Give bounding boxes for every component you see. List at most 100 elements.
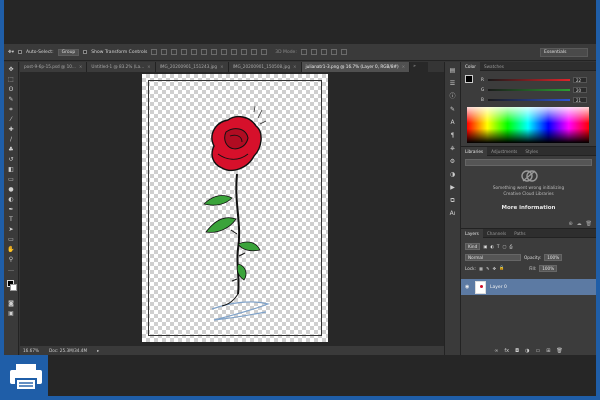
clone-source-icon[interactable]: ⎈ xyxy=(449,145,457,153)
type-icon[interactable]: T xyxy=(7,216,15,223)
properties-icon[interactable]: ☰ xyxy=(449,80,457,88)
layer-name[interactable]: Layer 0 xyxy=(490,285,507,290)
timeline-icon[interactable]: ⧉ xyxy=(449,197,457,205)
3d-pan-icon[interactable] xyxy=(320,49,327,55)
background-color-swatch[interactable] xyxy=(9,284,17,291)
close-icon[interactable]: × xyxy=(293,64,297,69)
align-middle-icon[interactable] xyxy=(161,49,168,55)
distribute-middle-icon[interactable] xyxy=(221,49,228,55)
fill-field[interactable]: 100% xyxy=(539,264,558,272)
eye-icon[interactable]: ◉ xyxy=(465,284,471,290)
doc-tab[interactable]: IMG_20200901_151243.jpg × xyxy=(155,62,229,72)
lock-all-icon[interactable]: 🔒 xyxy=(499,265,504,271)
distribute-top-icon[interactable] xyxy=(211,49,218,55)
lock-move-icon[interactable]: ✥ xyxy=(492,266,496,271)
tool-presets-icon[interactable]: ⚙ xyxy=(449,158,457,166)
history-brush-icon[interactable]: ↺ xyxy=(7,156,15,163)
library-select[interactable] xyxy=(465,159,592,166)
filter-adjust-icon[interactable]: ◐ xyxy=(490,244,494,249)
paragraph-icon[interactable]: ¶ xyxy=(449,132,457,140)
tab-swatches[interactable]: Swatches xyxy=(480,62,508,71)
layer-mask-icon[interactable]: ◘ xyxy=(515,348,519,356)
more-tabs-icon[interactable]: » xyxy=(410,62,416,72)
eraser-icon[interactable]: ◧ xyxy=(7,166,15,173)
3d-roll-icon[interactable] xyxy=(310,49,317,55)
close-icon[interactable]: × xyxy=(147,64,151,69)
tab-libraries[interactable]: Libraries xyxy=(461,146,488,156)
close-icon[interactable]: × xyxy=(220,64,224,69)
quick-mask-icon[interactable]: ◙ xyxy=(7,300,15,307)
actions-icon[interactable]: ▶ xyxy=(449,184,457,192)
green-slider[interactable] xyxy=(488,88,570,91)
blur-icon[interactable]: ● xyxy=(7,186,15,193)
dodge-icon[interactable]: ◐ xyxy=(7,196,15,203)
doc-tab[interactable]: Untitled-1 @ 83.2% (La... × xyxy=(87,62,156,72)
pen-icon[interactable]: ✒ xyxy=(7,206,15,213)
stamp-icon[interactable]: ♣ xyxy=(7,146,15,153)
color-spectrum[interactable] xyxy=(467,107,589,143)
3d-rotate-icon[interactable] xyxy=(300,49,307,55)
blend-mode-dropdown[interactable]: Normal xyxy=(465,253,521,261)
canvas-workspace[interactable] xyxy=(20,72,444,346)
delete-layer-icon[interactable]: 🗑 xyxy=(556,348,562,356)
workspace-switcher[interactable]: Essentials xyxy=(540,48,588,57)
doc-tab-active[interactable]: julianatr1-3.png @ 16.7% (Layer 0, RGB/8… xyxy=(301,62,411,72)
shape-icon[interactable]: ▭ xyxy=(7,236,15,243)
gradient-icon[interactable]: ▭ xyxy=(7,176,15,183)
green-value[interactable]: 20 xyxy=(573,86,587,93)
red-slider[interactable] xyxy=(488,78,570,81)
doc-tab[interactable]: IMG_20200901_150508.jpg × xyxy=(228,62,302,72)
align-left-icon[interactable] xyxy=(181,49,188,55)
foreground-swatch[interactable] xyxy=(465,75,473,83)
close-icon[interactable]: × xyxy=(79,64,83,69)
doc-tab[interactable]: post-9-6p-15.psd @ 10... × xyxy=(20,62,88,72)
status-menu-arrow-icon[interactable]: ▸ xyxy=(97,348,99,353)
distribute-center-icon[interactable] xyxy=(251,49,258,55)
history-icon[interactable]: ▤ xyxy=(449,67,457,75)
auto-select-checkbox[interactable] xyxy=(18,50,23,54)
more-tools-icon[interactable]: … xyxy=(7,266,15,273)
tab-layers[interactable]: Layers xyxy=(461,228,483,238)
align-center-icon[interactable] xyxy=(191,49,198,55)
brush-presets-icon[interactable]: ✎ xyxy=(449,106,457,114)
close-icon[interactable]: × xyxy=(402,64,406,69)
blue-value[interactable]: 21 xyxy=(573,96,587,103)
3d-slide-icon[interactable] xyxy=(330,49,337,55)
align-right-icon[interactable] xyxy=(201,49,208,55)
blue-slider[interactable] xyxy=(488,98,570,101)
tab-paths[interactable]: Paths xyxy=(510,229,529,238)
auto-select-dropdown[interactable]: Group xyxy=(57,48,80,56)
layer-style-icon[interactable]: fx xyxy=(504,348,509,356)
align-top-icon[interactable] xyxy=(151,49,158,55)
layer-filter-dropdown[interactable]: Kind xyxy=(465,242,481,250)
character-icon[interactable]: A xyxy=(449,119,457,127)
lock-pixels-icon[interactable]: ▦ xyxy=(479,266,483,271)
adjustment-layer-icon[interactable]: ◑ xyxy=(525,348,529,356)
tab-channels[interactable]: Channels xyxy=(483,229,510,238)
lock-paint-icon[interactable]: ✎ xyxy=(486,266,490,271)
align-bottom-icon[interactable] xyxy=(171,49,178,55)
opacity-field[interactable]: 100% xyxy=(544,253,563,261)
adjust-icon[interactable]: ◑ xyxy=(449,171,457,179)
move-tool-icon[interactable]: ✥▾ xyxy=(8,50,14,55)
hand-icon[interactable]: ✋ xyxy=(7,246,15,253)
filter-pixel-icon[interactable]: ▣ xyxy=(483,244,487,249)
screen-mode-icon[interactable]: ▣ xyxy=(7,310,15,317)
info-icon[interactable]: ⓘ xyxy=(449,93,457,101)
glyphs-icon[interactable]: Aı xyxy=(449,210,457,218)
3d-scale-icon[interactable] xyxy=(340,49,347,55)
printer-icon[interactable] xyxy=(4,355,48,396)
distribute-left-icon[interactable] xyxy=(241,49,248,55)
lasso-icon[interactable]: ʘ xyxy=(7,86,15,93)
link-layers-icon[interactable]: ∞ xyxy=(494,348,498,356)
zoom-level[interactable]: 16.67% xyxy=(23,348,39,353)
zoom-icon[interactable]: ⚲ xyxy=(7,256,15,263)
quick-select-icon[interactable]: ✎ xyxy=(7,96,15,103)
brush-icon[interactable]: ∕ xyxy=(7,136,15,143)
marquee-icon[interactable]: ⬚ xyxy=(7,76,15,83)
filter-type-icon[interactable]: T xyxy=(497,244,500,249)
filter-smart-icon[interactable]: ⎙ xyxy=(509,244,512,249)
layer-row[interactable]: ◉ Layer 0 xyxy=(461,279,596,295)
new-layer-icon[interactable]: ⊞ xyxy=(546,348,550,356)
layer-thumbnail[interactable] xyxy=(475,280,486,294)
